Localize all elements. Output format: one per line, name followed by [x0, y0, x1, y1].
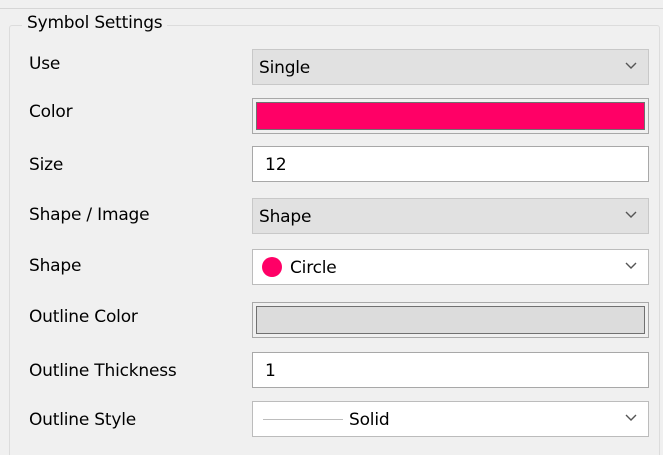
use-row: Use Single	[0, 46, 663, 86]
outline-thickness-label: Outline Thickness	[29, 361, 177, 381]
chevron-down-icon	[625, 62, 637, 69]
chevron-down-icon	[625, 262, 637, 269]
shape-label: Shape	[29, 256, 82, 276]
panel-top-edge	[0, 0, 663, 9]
outline-thickness-value: 1	[265, 361, 276, 381]
size-row: Size 12	[0, 146, 663, 186]
outline-style-row: Outline Style Solid	[0, 401, 663, 441]
outline-color-label: Outline Color	[29, 307, 138, 327]
shape-combobox[interactable]: Circle	[252, 249, 649, 285]
shape-image-combobox[interactable]: Shape	[252, 198, 649, 234]
solid-line-icon	[263, 419, 343, 420]
outline-style-label: Outline Style	[29, 410, 137, 430]
outline-style-combobox[interactable]: Solid	[252, 401, 649, 437]
chevron-down-icon	[625, 414, 637, 421]
outline-thickness-input[interactable]: 1	[252, 352, 649, 388]
use-label: Use	[29, 54, 61, 74]
shape-value: Circle	[290, 258, 337, 278]
symbol-settings-panel: Symbol Settings Use Single Color Size 12…	[0, 0, 663, 455]
size-input[interactable]: 12	[252, 146, 649, 182]
group-title: Symbol Settings	[22, 13, 168, 33]
shape-image-value: Shape	[259, 207, 312, 227]
shape-row: Shape Circle	[0, 249, 663, 289]
color-swatch	[256, 102, 645, 130]
size-value: 12	[265, 155, 287, 175]
outline-thickness-row: Outline Thickness 1	[0, 352, 663, 392]
shape-image-label: Shape / Image	[29, 205, 150, 225]
color-row: Color	[0, 97, 663, 137]
outline-color-swatch	[256, 306, 645, 334]
color-picker-button[interactable]	[252, 98, 649, 134]
size-label: Size	[29, 155, 64, 175]
use-value: Single	[259, 58, 311, 78]
outline-style-value: Solid	[349, 410, 390, 430]
circle-icon	[262, 257, 282, 277]
outline-color-row: Outline Color	[0, 301, 663, 341]
shape-image-row: Shape / Image Shape	[0, 197, 663, 237]
chevron-down-icon	[625, 211, 637, 218]
use-combobox[interactable]: Single	[252, 49, 649, 85]
outline-color-picker-button[interactable]	[252, 302, 649, 338]
color-label: Color	[29, 102, 73, 122]
